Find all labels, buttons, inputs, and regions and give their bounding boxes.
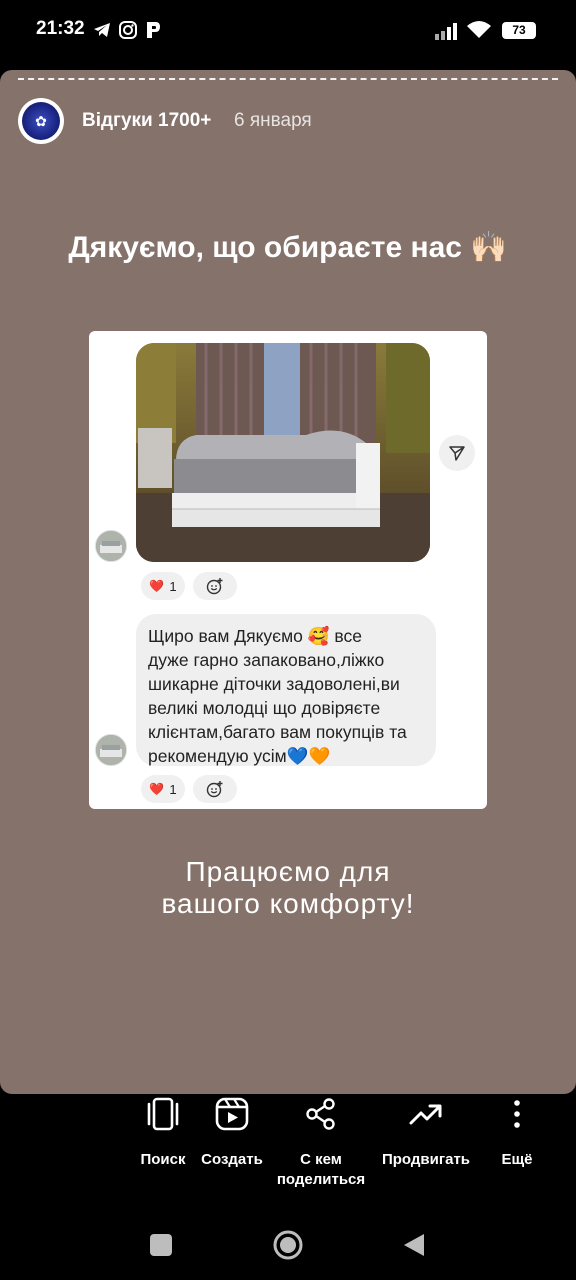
account-name[interactable]: Відгуки 1700+ bbox=[82, 110, 211, 132]
heart-icon: ❤️ bbox=[149, 782, 165, 796]
story-panel[interactable]: ✿ Відгуки 1700+ 6 января Дякуємо, що оби… bbox=[0, 70, 576, 1094]
sender-avatar bbox=[95, 530, 127, 562]
reaction-count-2: 1 bbox=[169, 781, 177, 797]
home-button[interactable] bbox=[272, 1229, 304, 1261]
story-date: 6 января bbox=[234, 110, 312, 131]
message-line: рекомендую усім💙🧡 bbox=[148, 746, 331, 766]
share-label-line-2: поделиться bbox=[276, 1171, 366, 1188]
tagline-line-1: Працюємо для bbox=[185, 856, 391, 887]
create-label: Создать bbox=[201, 1151, 263, 1168]
bed-photo bbox=[136, 343, 430, 562]
reaction-pill-2: ❤️ 1 bbox=[141, 775, 185, 803]
add-reaction-icon bbox=[193, 775, 237, 803]
promote-label: Продвигать bbox=[381, 1151, 471, 1168]
telegram-icon bbox=[92, 20, 112, 45]
system-nav-bar bbox=[0, 1216, 576, 1280]
reaction-count-1: 1 bbox=[169, 578, 177, 594]
app-icon bbox=[144, 20, 162, 45]
share-label-line-1: С кем bbox=[300, 1151, 342, 1168]
signal-icon bbox=[434, 22, 460, 45]
story-action-bar: Поиск Создать С кем поделиться Продвигат… bbox=[0, 1094, 576, 1204]
sender-avatar bbox=[95, 734, 127, 766]
wifi-icon bbox=[466, 20, 492, 45]
status-time: 21:32 bbox=[36, 18, 85, 39]
instagram-icon bbox=[118, 20, 138, 45]
message-bubble: Щиро вам Дякуємо 🥰 все дуже гарно запако… bbox=[136, 614, 436, 766]
message-line: Щиро вам Дякуємо 🥰 все bbox=[148, 626, 362, 646]
share-icon bbox=[301, 1094, 341, 1134]
status-bar: 21:32 73 bbox=[0, 0, 576, 64]
search-label: Поиск bbox=[140, 1151, 186, 1168]
reaction-pill-1: ❤️ 1 bbox=[141, 572, 185, 600]
share-message-button bbox=[439, 435, 475, 471]
message-screenshot-card: ❤️ 1 Щиро вам Дякуємо 🥰 все дуже гарно з… bbox=[89, 331, 487, 809]
carousel-icon bbox=[143, 1094, 183, 1134]
flower-logo-icon: ✿ bbox=[22, 102, 60, 140]
share-label: С кем поделиться bbox=[270, 1150, 372, 1190]
recent-apps-button[interactable] bbox=[150, 1234, 172, 1256]
message-line: дуже гарно запаковано,ліжко bbox=[148, 650, 385, 670]
reels-icon bbox=[212, 1094, 252, 1134]
story-headline: Дякуємо, що обираєте нас 🙌🏻 bbox=[68, 231, 508, 264]
story-tagline: Працюємо для вашого комфорту! bbox=[0, 856, 576, 920]
battery-icon: 73 bbox=[502, 22, 536, 39]
add-reaction-icon bbox=[193, 572, 237, 600]
message-line: шикарне діточки задоволені,ви bbox=[148, 674, 400, 694]
message-line: клієнтам,багато вам покупців та bbox=[148, 722, 407, 742]
tagline-line-2: вашого комфорту! bbox=[161, 888, 415, 919]
back-button[interactable] bbox=[402, 1232, 426, 1258]
account-avatar[interactable]: ✿ bbox=[18, 98, 64, 144]
story-progress-bar bbox=[18, 78, 558, 83]
more-vertical-icon bbox=[497, 1094, 537, 1134]
heart-icon: ❤️ bbox=[149, 579, 165, 593]
message-line: великі молодці що довіряєте bbox=[148, 698, 381, 718]
more-label: Ещё bbox=[501, 1151, 533, 1168]
trending-up-icon bbox=[406, 1094, 446, 1134]
